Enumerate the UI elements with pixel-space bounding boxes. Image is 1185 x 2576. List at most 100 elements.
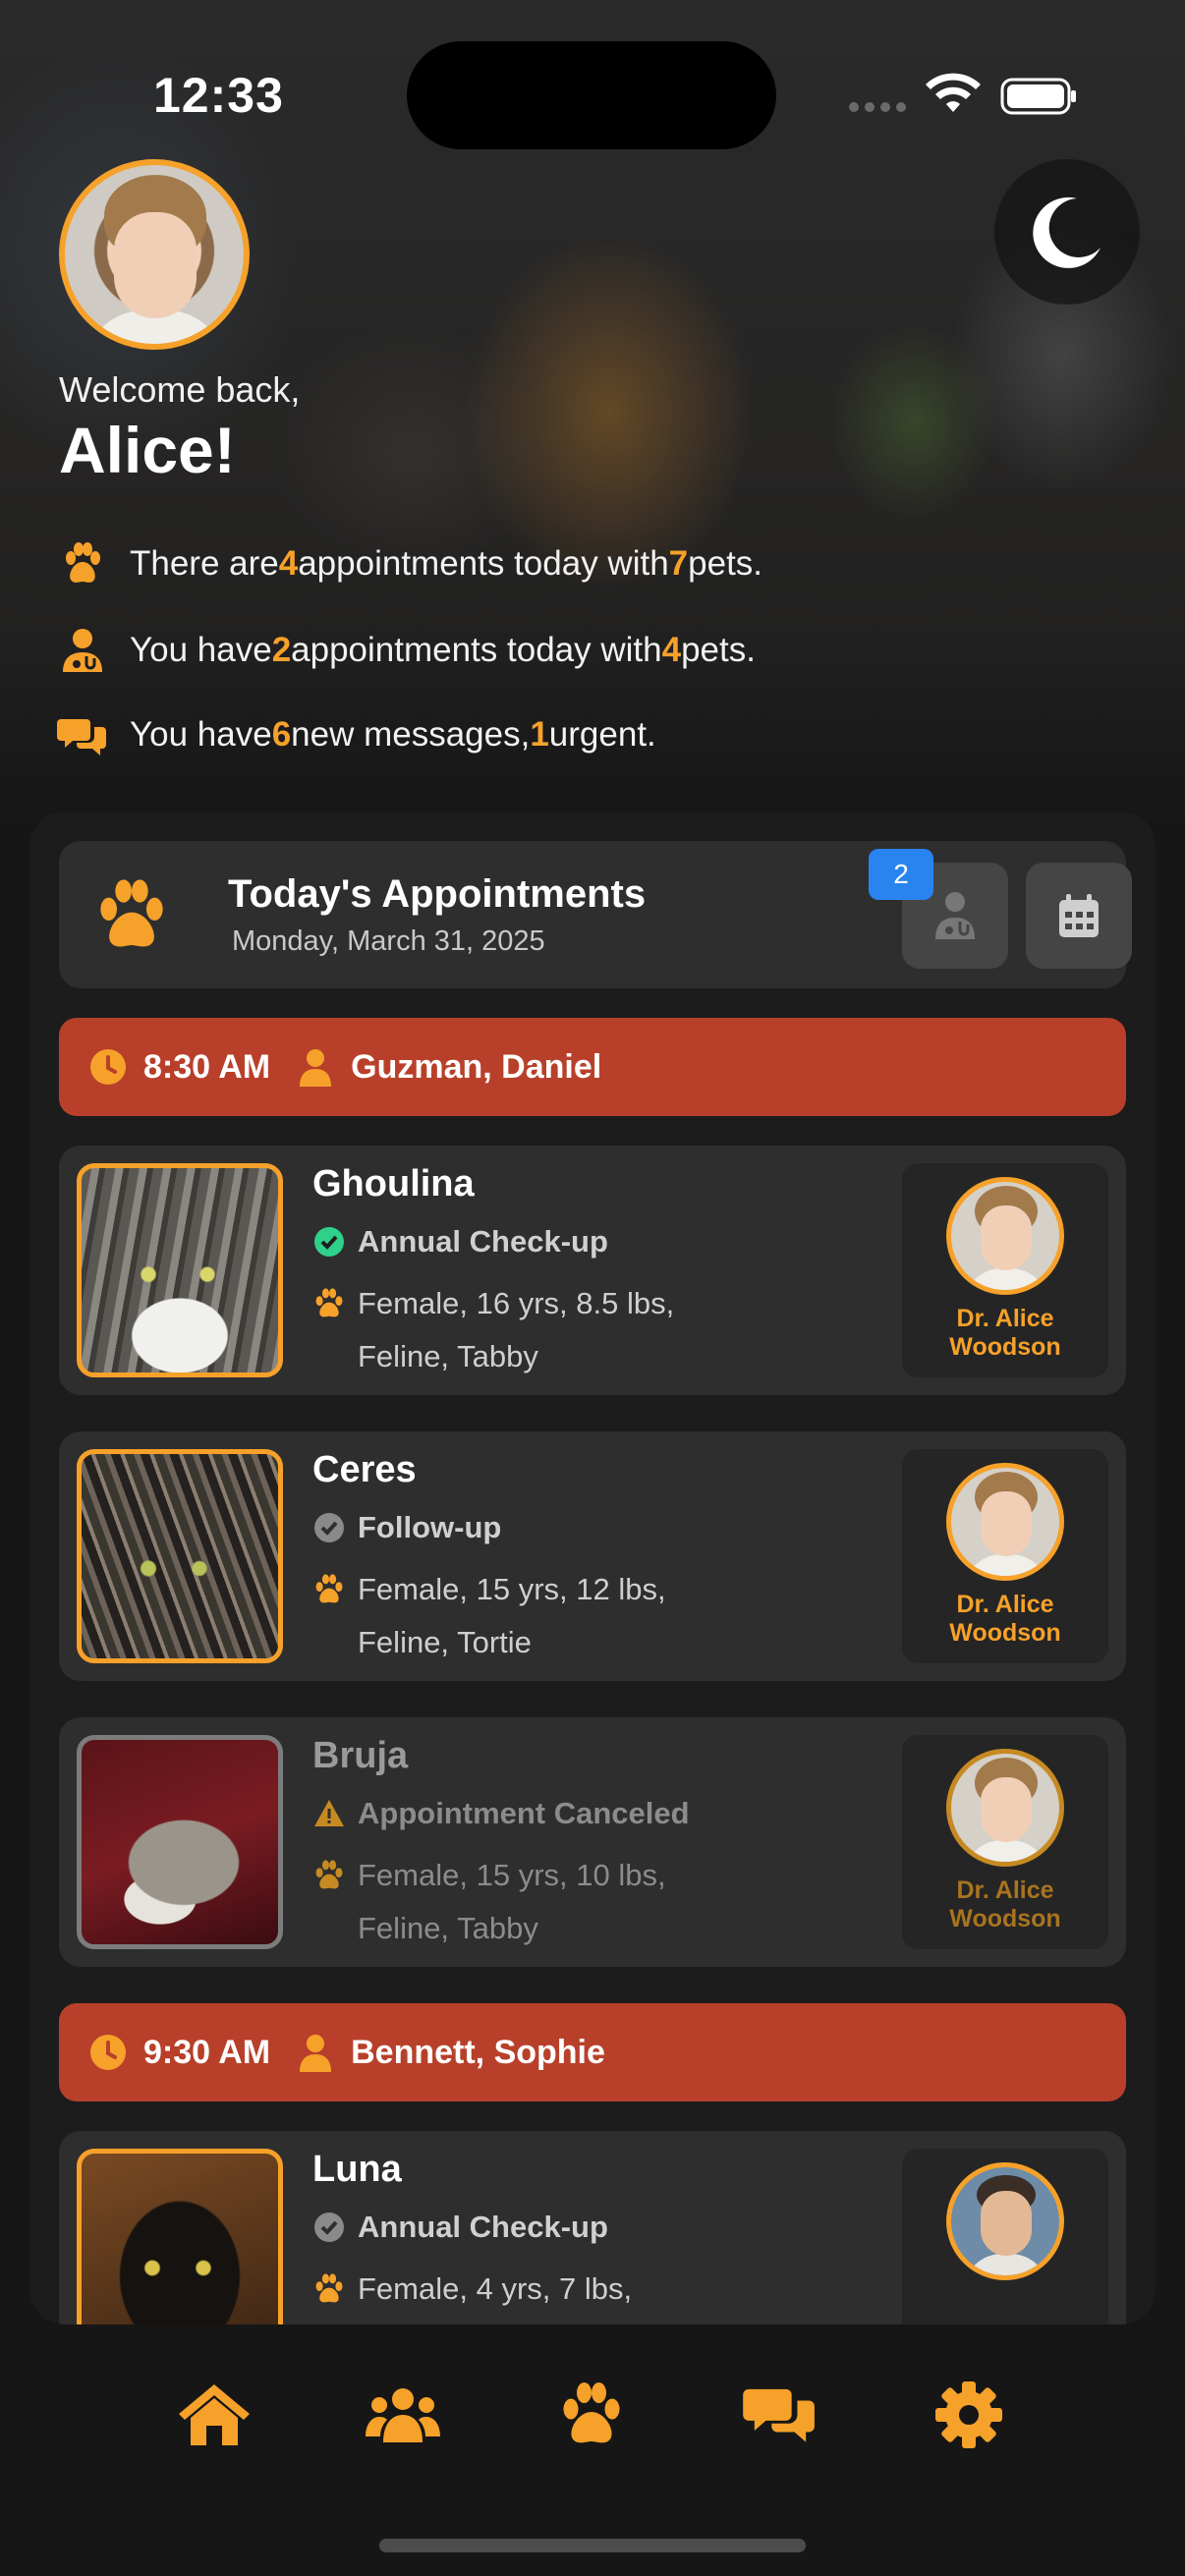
clients-icon	[366, 2388, 440, 2442]
pet-status: Annual Check-up	[312, 1224, 608, 1260]
appointment-header[interactable]: 8:30 AM Guzman, Daniel	[59, 1018, 1126, 1116]
pet-name: Luna	[312, 2149, 402, 2190]
pet-info-line: Feline, Tabby	[358, 1339, 538, 1373]
appointment-owner: Bennett, Sophie	[351, 2033, 605, 2071]
pet-status: Follow-up	[312, 1510, 501, 1545]
calendar-button[interactable]	[1026, 863, 1132, 969]
summary-text: There are	[130, 544, 279, 583]
summary-text: pets.	[688, 544, 763, 583]
pet-photo	[77, 1735, 283, 1949]
summary-count: 7	[668, 544, 689, 583]
summary-count: 1	[530, 715, 549, 754]
summary-text: pets.	[681, 631, 756, 669]
pet-status: Appointment Canceled	[312, 1796, 690, 1831]
today-date: Monday, March 31, 2025	[232, 925, 545, 957]
dynamic-island	[407, 41, 776, 149]
appointments-panel[interactable]: Today's Appointments Monday, March 31, 2…	[29, 812, 1156, 2324]
appointment-time: 8:30 AM	[143, 1047, 271, 1086]
vet-filter-badge: 2	[869, 849, 933, 900]
pet-status-label: Annual Check-up	[358, 2210, 608, 2244]
person-icon	[300, 2035, 332, 2072]
username: Alice!	[59, 414, 236, 486]
pets-icon	[563, 2382, 620, 2443]
check-circle-icon	[314, 1227, 344, 1257]
nav-clients[interactable]	[364, 2376, 442, 2454]
pet-photo	[77, 1449, 283, 1663]
paw-icon	[315, 2273, 343, 2303]
vet-avatar	[946, 1463, 1064, 1581]
vet-name: Dr. Alice Woodson	[949, 1876, 1061, 1932]
clock-icon	[90, 2035, 126, 2070]
assigned-vet[interactable]	[902, 2149, 1108, 2324]
check-circle-icon	[314, 2212, 344, 2242]
chat-icon	[57, 719, 106, 756]
pet-photo	[77, 2149, 283, 2324]
calendar-icon	[1059, 894, 1099, 937]
person-icon	[300, 1049, 332, 1087]
profile-avatar[interactable]	[59, 159, 250, 350]
summary-text: urgent.	[548, 715, 656, 754]
nav-settings[interactable]	[930, 2376, 1008, 2454]
pet-status-label: Annual Check-up	[358, 1224, 608, 1259]
battery-icon	[1000, 78, 1076, 115]
nav-home[interactable]	[175, 2376, 254, 2454]
pet-info: Female, 15 yrs, 10 lbs, Feline, Tabby	[312, 1849, 751, 1955]
summary-my-appointments: You have 2 appointments today with 4 pet…	[57, 625, 756, 676]
pet-card-canceled[interactable]: Bruja Appointment Canceled Female, 15 yr…	[59, 1717, 1126, 1967]
assigned-vet[interactable]: Dr. Alice Woodson	[902, 1735, 1108, 1949]
vet-name: Dr. Alice Woodson	[949, 1305, 1061, 1361]
vet-avatar	[946, 2162, 1064, 2280]
summary-text: You have	[130, 631, 272, 669]
summary-count: 2	[271, 631, 292, 669]
wifi-icon	[926, 73, 981, 112]
pet-card[interactable]: Luna Annual Check-up Female, 4 yrs, 7 lb…	[59, 2131, 1126, 2324]
assigned-vet[interactable]: Dr. Alice Woodson	[902, 1163, 1108, 1377]
check-circle-icon	[314, 1513, 344, 1542]
pet-status: Annual Check-up	[312, 2210, 608, 2245]
appointment-owner: Guzman, Daniel	[351, 1047, 602, 1086]
clock-icon	[90, 1049, 126, 1085]
vet-avatar	[946, 1749, 1064, 1867]
appointment-header[interactable]: 9:30 AM Bennett, Sophie	[59, 2003, 1126, 2101]
summary-text: You have	[130, 715, 272, 754]
summary-count: 6	[271, 715, 292, 754]
paw-icon	[315, 1574, 343, 1603]
appointment-time: 9:30 AM	[143, 2033, 271, 2071]
vet-icon	[935, 892, 975, 939]
pet-name: Bruja	[312, 1735, 409, 1776]
summary-count: 4	[278, 544, 299, 583]
summary-text: appointments today with	[298, 544, 669, 583]
vet-name: Dr. Alice Woodson	[949, 1591, 1061, 1647]
welcome-text: Welcome back,	[59, 369, 301, 410]
dark-mode-toggle[interactable]	[994, 159, 1140, 305]
nav-messages[interactable]	[741, 2376, 819, 2454]
pet-info: Female, 4 yrs, 7 lbs,	[312, 2263, 751, 2316]
pet-status-label: Appointment Canceled	[358, 1796, 690, 1830]
home-indicator[interactable]	[379, 2539, 806, 2552]
summary-text: appointments today with	[291, 631, 662, 669]
pet-card[interactable]: Ghoulina Annual Check-up Female, 16 yrs,…	[59, 1146, 1126, 1395]
pet-info: Female, 15 yrs, 12 lbs, Feline, Tortie	[312, 1563, 751, 1669]
status-time: 12:33	[153, 68, 284, 123]
cellular-signal-icon	[849, 102, 906, 112]
home-icon	[179, 2384, 250, 2445]
vet-icon	[63, 629, 102, 672]
today-title: Today's Appointments	[228, 872, 647, 916]
paw-icon	[315, 1860, 343, 1889]
warning-icon	[314, 1800, 344, 1826]
pet-name: Ghoulina	[312, 1163, 475, 1204]
pet-photo	[77, 1163, 283, 1377]
pet-info-line: Feline, Tortie	[358, 1625, 532, 1659]
settings-icon	[935, 2381, 1002, 2448]
pet-card[interactable]: Ceres Follow-up Female, 15 yrs, 12 lbs, F…	[59, 1431, 1126, 1681]
summary-messages[interactable]: You have 6 new messages, 1 urgent.	[57, 709, 656, 760]
summary-count: 4	[661, 631, 682, 669]
paw-icon	[315, 1288, 343, 1317]
nav-pets[interactable]	[552, 2376, 631, 2454]
pet-info-line: Female, 16 yrs, 8.5 lbs,	[358, 1286, 675, 1320]
moon-icon	[1033, 196, 1100, 268]
pet-info-line: Female, 15 yrs, 10 lbs,	[358, 1858, 666, 1892]
assigned-vet[interactable]: Dr. Alice Woodson	[902, 1449, 1108, 1663]
pet-info: Female, 16 yrs, 8.5 lbs, Feline, Tabby	[312, 1277, 751, 1383]
pet-status-label: Follow-up	[358, 1510, 502, 1544]
